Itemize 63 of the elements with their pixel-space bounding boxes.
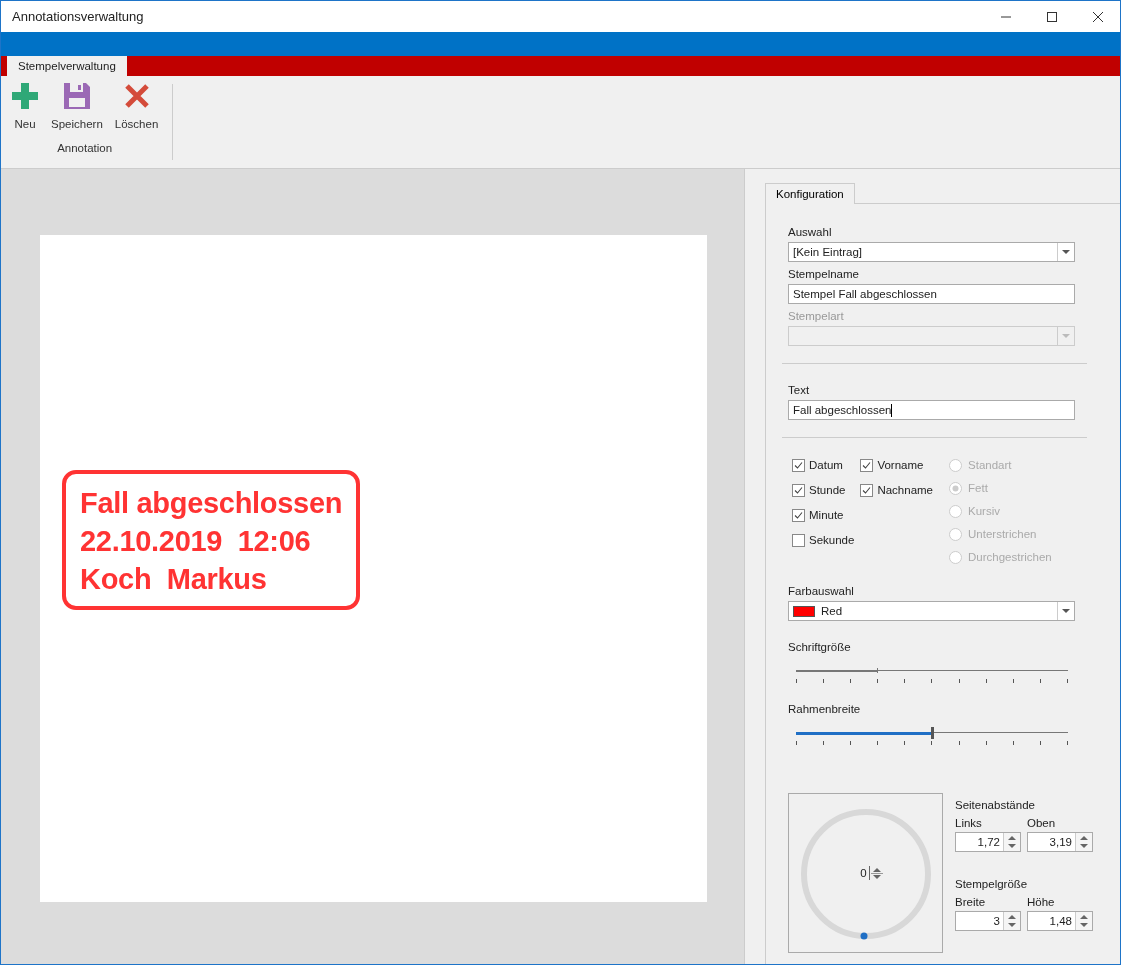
caret-icon [1062, 250, 1070, 254]
checkbox-label: Stunde [809, 484, 846, 496]
close-icon[interactable] [1092, 10, 1104, 23]
field-label: Höhe [1027, 896, 1056, 908]
checkbox-label: Datum [809, 459, 843, 471]
checkbox[interactable] [860, 483, 874, 497]
spinner-arrows-icon [1008, 835, 1016, 849]
stamp-text: 22.10.2019 12:06 [80, 524, 312, 559]
field-label: Text [788, 384, 810, 396]
caret-icon [1062, 609, 1070, 613]
add-button[interactable]: Neu [7, 80, 43, 132]
radio-label: Standart [968, 459, 1012, 471]
number-field[interactable]: 3 [955, 911, 1021, 931]
delete-icon [122, 82, 151, 110]
checkbox[interactable] [792, 533, 805, 547]
checkbox-label: Nachname [877, 484, 934, 496]
checkbox-label: Vorname [877, 459, 924, 471]
field-label: Links [955, 817, 983, 829]
group-title: Stempelgröße [955, 878, 1029, 890]
spinner-arrows-icon [1008, 914, 1016, 928]
stamp-text: Koch Markus [80, 562, 268, 597]
checkbox-label: Sekunde [809, 534, 855, 546]
checkbox[interactable] [792, 483, 805, 497]
radio-label: Kursiv [968, 505, 1000, 517]
checkbox[interactable] [792, 458, 805, 472]
plus-icon [11, 82, 39, 110]
field-label: Oben [1027, 817, 1057, 829]
rotation-value: 0 [860, 867, 867, 879]
field-label: Stempelname [788, 268, 859, 280]
group-label: Annotation [57, 142, 113, 154]
slider-label: Schriftgröße [788, 641, 851, 653]
rotation-dial[interactable]: 0 [788, 793, 943, 953]
panel-tab[interactable]: Konfiguration [765, 183, 855, 204]
slider-label: Rahmenbreite [788, 703, 861, 715]
delete-button[interactable]: Löschen [110, 80, 163, 132]
dropdown[interactable]: [Kein Eintrag] [788, 242, 1075, 262]
spinner-arrows-icon [1080, 835, 1088, 849]
field-label: Stempelart [788, 310, 844, 322]
radio-label: Unterstrichen [968, 528, 1037, 540]
input-field[interactable]: Fall abgeschlossen [788, 400, 1075, 420]
window-title: Annotationsverwaltung [12, 9, 144, 24]
group-title: Seitenabstände [955, 799, 1036, 811]
ribbon-tab[interactable]: Stempelverwaltung [7, 56, 127, 76]
field-label: Farbauswahl [788, 585, 854, 597]
maximize-icon[interactable] [1046, 10, 1058, 23]
save-icon [62, 82, 91, 110]
radio-label: Durchgestrichen [968, 551, 1052, 563]
spinner-arrows-icon [1080, 914, 1088, 928]
radio-label: Fett [968, 482, 988, 494]
save-button[interactable]: Speichern [47, 80, 107, 132]
input-field[interactable]: Stempel Fall abgeschlossen [788, 284, 1075, 304]
checkbox[interactable] [792, 508, 805, 522]
spinner-arrows-icon[interactable] [868, 866, 883, 880]
number-field[interactable]: 3,19 [1027, 832, 1093, 852]
checkbox[interactable] [860, 458, 874, 472]
number-field[interactable]: 1,72 [955, 832, 1021, 852]
field-label: Auswahl [788, 226, 832, 238]
field-label: Breite [955, 896, 987, 908]
color-dropdown[interactable]: Red [788, 601, 1075, 621]
number-field[interactable]: 1,48 [1027, 911, 1093, 931]
checkbox-label: Minute [809, 509, 844, 521]
caret-icon [1062, 334, 1070, 338]
stamp-text: Fall abgeschlossen [80, 486, 343, 521]
